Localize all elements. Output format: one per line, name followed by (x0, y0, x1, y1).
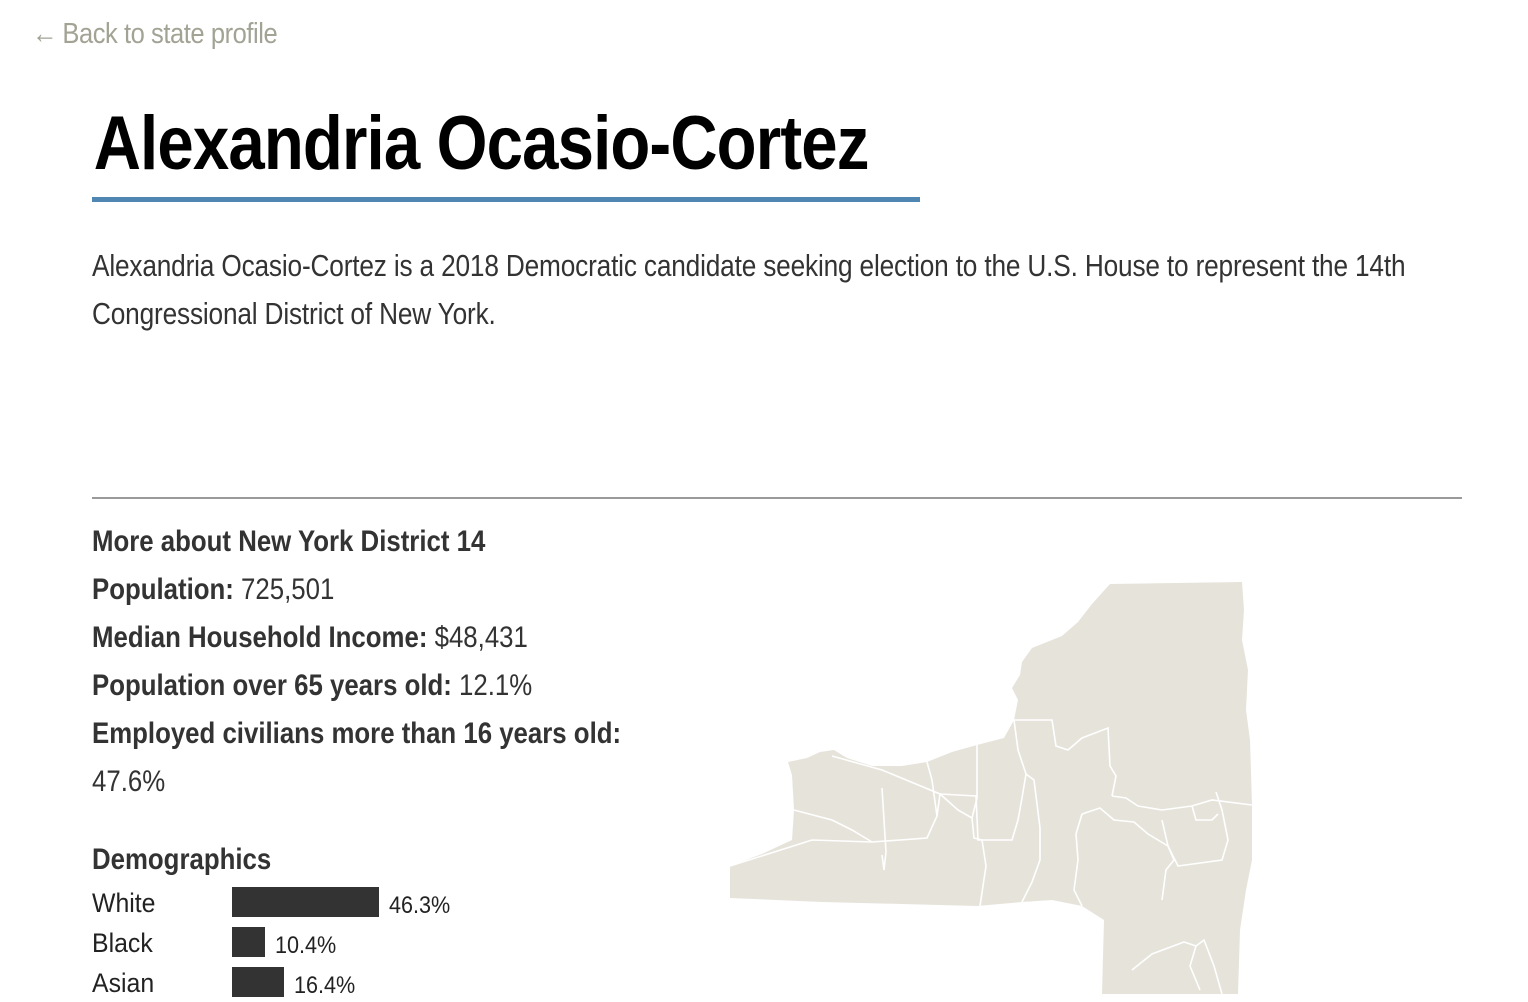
demographics-bar (232, 927, 266, 957)
demographics-label: Asian (92, 968, 155, 998)
district-heading: More about New York District 14 (92, 525, 486, 558)
page-title: Alexandria Ocasio-Cortez (93, 101, 870, 186)
state-fill (730, 582, 1252, 994)
fact-population: Population: 725,501 (92, 566, 694, 614)
demographics-label: Black (92, 928, 153, 958)
fact-label: Median Household Income: (92, 621, 428, 654)
state-outline (730, 582, 1252, 994)
fact-value: 12.1% (459, 669, 533, 702)
fact-median-income: Median Household Income: $48,431 (92, 614, 694, 662)
fact-value: 725,501 (241, 573, 335, 606)
demographics-row: Asian 16.4% (92, 962, 592, 1002)
fact-label: Employed civilians more than 16 years ol… (92, 717, 622, 750)
fact-value: $48,431 (434, 621, 528, 654)
candidate-intro: Alexandria Ocasio-Cortez is a 2018 Democ… (92, 249, 1406, 331)
district-facts: More about New York District 14 Populati… (92, 518, 694, 806)
page-title-block: Alexandria Ocasio-Cortez (92, 96, 920, 202)
demographics-value: 10.4% (275, 932, 337, 959)
back-link-label: Back to state profile (62, 18, 278, 50)
back-to-state-profile-link[interactable]: ← Back to state profile (32, 18, 278, 51)
fact-employed: Employed civilians more than 16 years ol… (92, 710, 694, 806)
demographics-title: Demographics (92, 843, 272, 876)
new-york-district-map (722, 570, 1262, 994)
demographics-row: White 46.3% (92, 882, 592, 922)
new-york-state-map-icon (729, 582, 1253, 994)
demographics-value: 46.3% (389, 892, 451, 919)
fact-over-65: Population over 65 years old: 12.1% (92, 662, 694, 710)
section-divider (92, 497, 1462, 499)
demographics-value: 16.4% (294, 972, 356, 999)
demographics-row: Black 10.4% (92, 922, 592, 962)
fact-label: Population: (92, 573, 234, 606)
fact-value: 47.6% (92, 765, 166, 798)
fact-label: Population over 65 years old: (92, 669, 452, 702)
demographics-label: White (92, 888, 156, 918)
back-arrow-icon: ← (32, 18, 58, 50)
demographics-bar (232, 967, 285, 997)
demographics-bar (232, 887, 380, 917)
demographics-chart: Demographics White 46.3% Black 10.4% Asi… (92, 838, 592, 1002)
